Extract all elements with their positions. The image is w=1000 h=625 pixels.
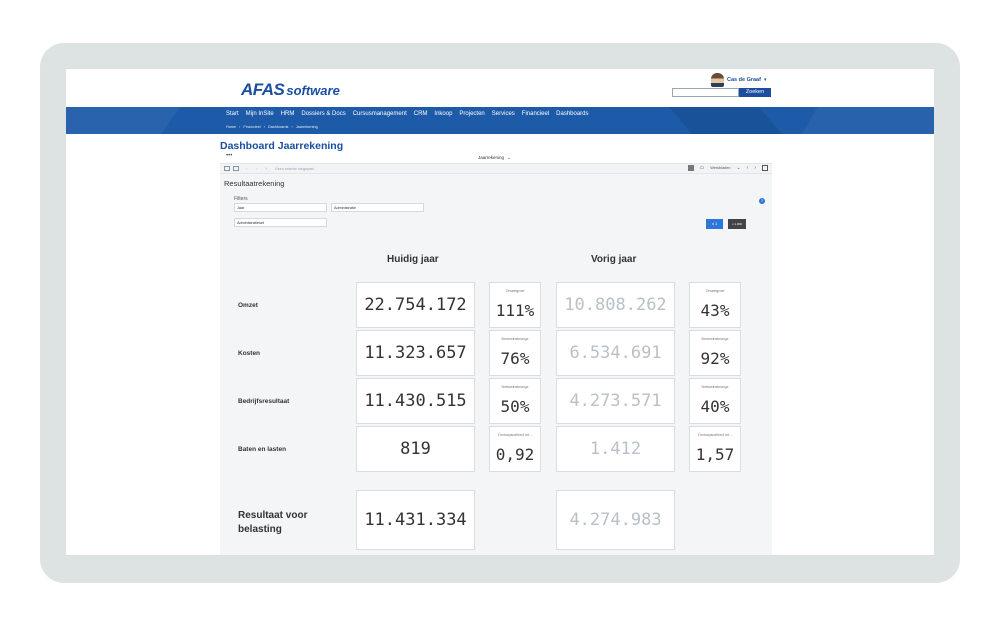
ratio-previous-kosten: Brutowinstmarge 92% [689, 330, 741, 376]
search-button[interactable]: Zoeken [739, 88, 771, 97]
fullscreen-icon[interactable] [762, 165, 768, 171]
row-label-bedrijfsresultaat: Bedrijfsresultaat [238, 398, 290, 405]
tab-bar: ••• Jaarrekening ⌄ [220, 152, 772, 164]
ratio-previous-omzet: Omzetgroei 43% [689, 282, 741, 328]
menu-item-services[interactable]: Services [492, 111, 515, 117]
ratio-value: 50% [500, 397, 530, 416]
ratio-label: Brutowinstmarge [701, 337, 729, 341]
chevron-down-icon: ⌄ [507, 155, 511, 160]
menu-item-inkoop[interactable]: Inkoop [434, 111, 452, 117]
selection-status: Geen selectie toegepast [275, 166, 314, 171]
ratio-value: 40% [700, 397, 730, 416]
row-label-baten-en-lasten: Baten en lasten [238, 446, 287, 453]
avatar [711, 73, 724, 87]
ratio-previous-baten-en-lasten: Omloopsnelheid tot... 1,57 [689, 426, 741, 472]
ratio-previous-bedrijfsresultaat: Nettowinstmarge 40% [689, 378, 741, 424]
chevron-down-icon[interactable]: ⌄ [736, 165, 740, 171]
search-input[interactable] [672, 88, 739, 97]
kpi-current-omzet: 22.754.172 [356, 282, 475, 328]
grid-icon[interactable] [687, 165, 694, 171]
ratio-value: 92% [700, 349, 730, 368]
menu-item-mijn-insite[interactable]: Mijn InSite [246, 111, 274, 117]
ratio-current-kosten: Brutowinstmarge 76% [489, 330, 541, 376]
menu-item-dossiers[interactable]: Dossiers & Docs [301, 111, 345, 117]
redo-icon[interactable] [233, 166, 239, 171]
breadcrumb-home[interactable]: Home [226, 125, 236, 129]
menu-item-projecten[interactable]: Projecten [459, 111, 484, 117]
next-sheet-icon[interactable]: › [754, 165, 756, 171]
more-icon[interactable]: ••• [226, 153, 232, 159]
menu-item-crm[interactable]: CRM [414, 111, 428, 117]
kpi-previous-baten-en-lasten: 1.412 [556, 426, 675, 472]
menu-item-hrm[interactable]: HRM [281, 111, 295, 117]
kpi-previous-kosten: 6.534.691 [556, 330, 675, 376]
kpi-current-bedrijfsresultaat: 11.430.515 [356, 378, 475, 424]
menu-item-start[interactable]: Start [226, 111, 239, 117]
ratio-value: 43% [700, 301, 730, 320]
menu-item-dashboards[interactable]: Dashboards [556, 111, 588, 117]
menu-item-financieel[interactable]: Financieel [522, 111, 549, 117]
app-window: AFAS software Cas de Graaf ▾ Zoeken Start… [66, 69, 934, 555]
user-menu[interactable]: Cas de Graaf ▾ [711, 73, 766, 87]
ratio-label: Brutowinstmarge [501, 337, 529, 341]
ratio-label: Omloopsnelheid tot... [698, 433, 732, 437]
ratio-current-baten-en-lasten: Omloopsnelheid tot... 0,92 [489, 426, 541, 472]
ratio-value: 1,57 [695, 445, 735, 464]
row-label-kosten: Kosten [238, 350, 261, 357]
kpi-previous-resultaat: 4.274.983 [556, 490, 675, 550]
ratio-current-bedrijfsresultaat: Nettowinstmarge 50% [489, 378, 541, 424]
chevron-down-icon: ▾ [763, 77, 767, 83]
kpi-previous-omzet: 10.808.262 [556, 282, 675, 328]
kpi-previous-bedrijfsresultaat: 4.273.571 [556, 378, 675, 424]
back-icon[interactable]: ‹ [246, 166, 248, 171]
filter-administratieset[interactable]: Administratieset [234, 218, 327, 227]
ratio-value: 76% [500, 349, 530, 368]
breadcrumb-financieel[interactable]: Financieel [243, 125, 260, 129]
kpi-current-kosten: 11.323.657 [356, 330, 475, 376]
ratio-value: 111% [495, 301, 535, 320]
menu-item-cursusmanagement[interactable]: Cursusmanagement [353, 111, 407, 117]
section-title: Resultaatrekening [224, 179, 285, 188]
breadcrumb-dashboards[interactable]: Dashboards [268, 125, 288, 129]
ratio-value: 0,92 [495, 445, 535, 464]
main-nav: Start Mijn InSite HRM Dossiers & Docs Cu… [66, 107, 934, 134]
ratio-label: Omzetgroei [705, 289, 725, 293]
ratio-label: Omloopsnelheid tot... [498, 433, 532, 437]
kpi-current-baten-en-lasten: 819 [356, 426, 475, 472]
breadcrumb: Home › Financieel › Dashboards › Jaarrekening [226, 125, 318, 129]
dashboard-panel: ••• Jaarrekening ⌄ ‹ › × Geen selectie to… [220, 152, 772, 555]
forward-icon[interactable]: › [256, 166, 258, 171]
afas-logo[interactable]: AFAS software [241, 80, 340, 100]
ratio-label: Nettowinstmarge [701, 385, 729, 389]
scale-x1000-button[interactable]: x 1.000 [728, 219, 746, 229]
prev-sheet-icon[interactable]: ‹ [747, 165, 749, 171]
row-label-resultaat: Resultaat voor belasting [238, 510, 308, 535]
row-label-omzet: Omzet [238, 302, 258, 309]
help-icon[interactable]: ? [759, 198, 765, 204]
undo-icon[interactable] [224, 166, 230, 171]
page-title: Dashboard Jaarrekening [220, 140, 344, 152]
user-name: Cas de Graaf [727, 77, 761, 83]
reset-icon[interactable]: × [265, 166, 268, 171]
filter-jaar[interactable]: Jaar [234, 203, 327, 212]
column-previous-year: Vorig jaar [591, 254, 637, 265]
worksheets-button[interactable]: Werkbladen [710, 166, 730, 170]
ratio-label: Nettowinstmarge [501, 385, 529, 389]
filters-label: Filters [234, 196, 248, 202]
toolbar: ‹ › × Geen selectie toegepast ▭ Werkblad… [220, 164, 772, 174]
filter-administratie[interactable]: Administratie [331, 203, 424, 212]
worksheets-icon: ▭ [699, 165, 705, 171]
ratio-label: Omzetgroei [505, 289, 525, 293]
kpi-current-resultaat: 11.431.334 [356, 490, 475, 550]
scale-x1-button[interactable]: x 1 [706, 219, 723, 229]
logo-software: software [286, 83, 340, 98]
worksheet-select[interactable]: Jaarrekening ⌄ [478, 155, 511, 161]
ratio-current-omzet: Omzetgroei 111% [489, 282, 541, 328]
logo-afas: AFAS [241, 80, 285, 99]
column-current-year: Huidig jaar [387, 254, 439, 265]
menu-bar: Start Mijn InSite HRM Dossiers & Docs Cu… [226, 111, 589, 117]
breadcrumb-jaarrekening: Jaarrekening [295, 125, 318, 129]
worksheet-select-value: Jaarrekening [478, 155, 505, 160]
